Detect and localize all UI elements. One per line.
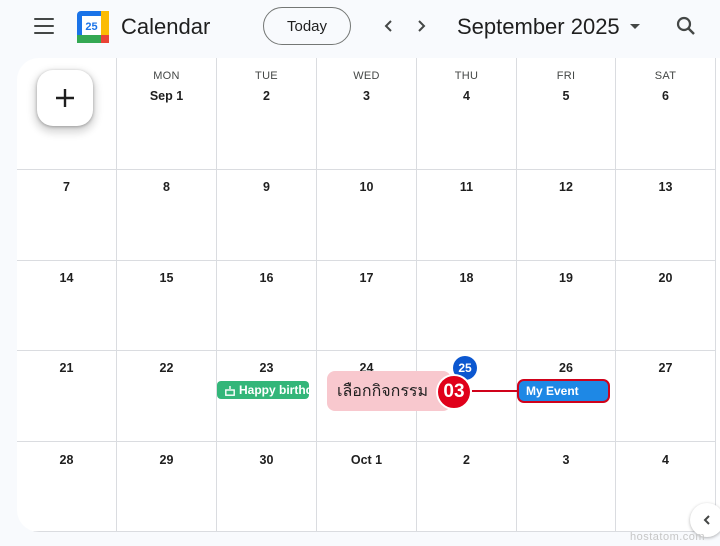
day-cell[interactable]: 11 — [417, 170, 517, 261]
plus-icon — [56, 89, 74, 107]
day-number[interactable]: 9 — [217, 180, 316, 194]
calendar-logo-icon: 25 — [77, 11, 109, 43]
day-number[interactable]: 10 — [317, 180, 416, 194]
day-number[interactable]: 3 — [517, 453, 615, 467]
day-number[interactable]: 23 — [217, 361, 316, 375]
day-cell[interactable]: WED 3 — [317, 58, 417, 170]
month-grid: SUN 31 MON Sep 1 TUE 2 WED 3 THU 4 FRI 5… — [17, 58, 720, 532]
day-cell[interactable]: 3 — [517, 442, 616, 532]
day-number[interactable]: 16 — [217, 271, 316, 285]
weekday-label: SAT — [654, 70, 677, 82]
day-number[interactable]: 30 — [217, 453, 316, 467]
day-cell[interactable]: SAT 6 — [616, 58, 716, 170]
my-event-chip[interactable]: My Event — [517, 379, 610, 403]
day-cell[interactable]: 30 — [217, 442, 317, 532]
day-cell[interactable]: 14 — [17, 261, 117, 351]
day-number[interactable]: 17 — [317, 271, 416, 285]
day-cell[interactable]: 8 — [117, 170, 217, 261]
day-number[interactable]: 20 — [616, 271, 715, 285]
day-number[interactable]: 27 — [616, 361, 715, 375]
day-number[interactable]: 29 — [117, 453, 216, 467]
day-cell[interactable]: THU 4 — [417, 58, 517, 170]
day-number[interactable]: 5 — [517, 89, 615, 103]
day-cell[interactable]: 28 — [17, 442, 117, 532]
birthday-event-label: Happy birthday — [239, 383, 309, 397]
day-number[interactable]: 2 — [417, 453, 516, 467]
day-cell[interactable]: 16 — [217, 261, 317, 351]
step-number-badge: 03 — [436, 374, 472, 410]
day-number[interactable]: 8 — [117, 180, 216, 194]
previous-icon[interactable] — [377, 14, 401, 38]
day-number[interactable]: 3 — [317, 89, 416, 103]
search-icon[interactable] — [674, 14, 698, 38]
day-number[interactable]: 21 — [17, 361, 116, 375]
cake-icon — [225, 385, 235, 396]
top-bar: 25 Calendar Today September 2025 — [0, 0, 720, 56]
day-number[interactable]: 2 — [217, 89, 316, 103]
annotation-connector — [472, 390, 517, 392]
day-cell[interactable]: 17 — [317, 261, 417, 351]
day-number[interactable]: 15 — [117, 271, 216, 285]
calendar-logo-number: 25 — [85, 21, 97, 33]
today-button[interactable]: Today — [263, 7, 351, 45]
day-cell[interactable]: 10 — [317, 170, 417, 261]
annotation-text: เลือกกิจกรรม — [337, 382, 429, 400]
day-cell[interactable]: 19 — [517, 261, 616, 351]
chevron-left-icon — [703, 515, 710, 525]
month-label: September 2025 — [457, 14, 620, 39]
app-title: Calendar — [121, 14, 211, 39]
main-menu-icon[interactable] — [34, 18, 54, 34]
day-cell[interactable]: 20 — [616, 261, 716, 351]
day-number[interactable]: 14 — [17, 271, 116, 285]
day-number[interactable]: 19 — [517, 271, 615, 285]
day-number[interactable]: 18 — [417, 271, 516, 285]
my-event-label: My Event — [526, 384, 579, 398]
day-cell[interactable]: 7 — [17, 170, 117, 261]
weekday-label: THU — [454, 70, 479, 82]
day-cell[interactable]: 18 — [417, 261, 517, 351]
day-number[interactable]: 12 — [517, 180, 615, 194]
birthday-event-chip[interactable]: Happy birthday — [217, 381, 309, 399]
day-cell[interactable]: 15 — [117, 261, 217, 351]
weekday-label: WED — [353, 70, 380, 82]
day-cell[interactable]: MON Sep 1 — [117, 58, 217, 170]
month-selector[interactable]: September 2025 — [457, 14, 640, 40]
create-button[interactable] — [37, 70, 93, 126]
day-number[interactable]: 7 — [17, 180, 116, 194]
next-icon[interactable] — [409, 14, 433, 38]
day-cell[interactable]: Oct 1 — [317, 442, 417, 532]
day-cell[interactable]: 22 — [117, 351, 217, 442]
day-cell[interactable]: 12 — [517, 170, 616, 261]
day-cell[interactable]: 27 — [616, 351, 716, 442]
day-cell[interactable]: 13 — [616, 170, 716, 261]
day-cell[interactable]: FRI 5 — [517, 58, 616, 170]
day-number[interactable]: 11 — [417, 180, 516, 194]
weekday-label: MON — [153, 70, 180, 82]
day-number[interactable]: 13 — [616, 180, 715, 194]
watermark: hostatom.com — [630, 531, 706, 543]
day-number[interactable]: 4 — [417, 89, 516, 103]
dropdown-icon — [629, 24, 640, 29]
day-number[interactable]: 6 — [616, 89, 715, 103]
weekday-label: TUE — [255, 70, 278, 82]
day-cell[interactable]: 21 — [17, 351, 117, 442]
day-cell[interactable]: 2 — [417, 442, 517, 532]
day-number[interactable]: 26 — [517, 361, 615, 375]
day-number[interactable]: 28 — [17, 453, 116, 467]
day-cell[interactable]: 29 — [117, 442, 217, 532]
day-number[interactable]: 4 — [616, 453, 715, 467]
annotation-callout: เลือกกิจกรรม — [327, 371, 451, 411]
weekday-label: FRI — [556, 70, 576, 82]
day-cell[interactable]: 9 — [217, 170, 317, 261]
day-number[interactable]: Sep 1 — [117, 89, 216, 103]
day-number[interactable]: Oct 1 — [317, 453, 416, 467]
day-cell[interactable]: TUE 2 — [217, 58, 317, 170]
day-number[interactable]: 22 — [117, 361, 216, 375]
